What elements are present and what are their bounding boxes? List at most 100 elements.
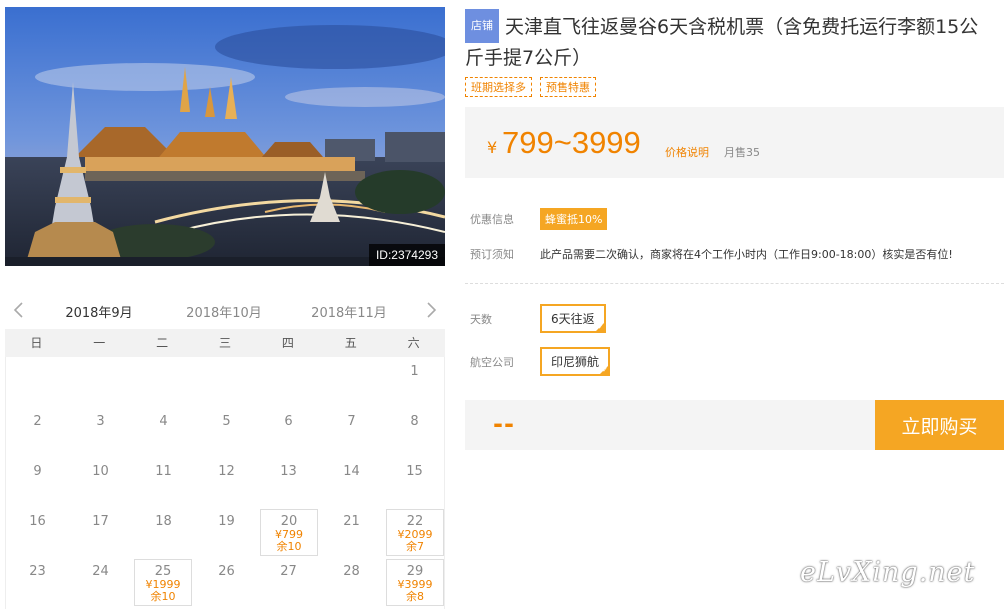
calendar-day-number: 4 (159, 414, 168, 429)
calendar-day: 9 (6, 457, 69, 507)
notice-label: 预订须知 (470, 248, 514, 261)
airline-label: 航空公司 (470, 356, 514, 369)
calendar-day-number: 8 (410, 414, 419, 429)
calendar-day-number: 14 (343, 464, 360, 479)
tag-presale: 预售特惠 (540, 77, 596, 97)
product-tags: 班期选择多 预售特惠 (465, 77, 596, 97)
weekday-label: 五 (344, 336, 357, 350)
calendar-day: 5 (195, 407, 258, 457)
calendar-day-available[interactable]: 25 ¥1999 余10 (134, 559, 192, 606)
calendar-day-number: 10 (92, 464, 109, 479)
calendar-day-stock: 余10 (276, 540, 302, 553)
product-photo: ID:2374293 (5, 7, 445, 266)
calendar-day-number: 29 (406, 564, 424, 579)
calendar-day-number: 9 (33, 464, 42, 479)
check-icon: ✓ (597, 323, 604, 331)
calendar-day-stock: 余10 (150, 590, 176, 603)
calendar-day-number: 17 (92, 514, 109, 529)
chevron-left-icon[interactable] (8, 299, 30, 321)
option-days-6[interactable]: 6天往返 ✓ (540, 304, 606, 333)
calendar-day: 17 (69, 507, 132, 557)
calendar-day-available[interactable]: 29 ¥3999 余8 (386, 559, 444, 606)
calendar-day-number: 6 (284, 414, 293, 429)
calendar-day: 2 (6, 407, 69, 457)
calendar-day: 12 (195, 457, 258, 507)
calendar-day: 23 (6, 557, 69, 607)
calendar-day-number: 27 (280, 564, 297, 579)
calendar-day: 26 (195, 557, 258, 607)
calendar-grid: 1 2 3 4 5 6 7 8 9 10 11 12 13 14 15 16 17 18 19 20 ¥799 余10 21… (5, 357, 445, 609)
tab-month-3[interactable]: 2018年11月 (304, 302, 394, 321)
calendar-day-available[interactable]: 22 ¥2099 余7 (386, 509, 444, 556)
calendar-day-stock: 余7 (406, 540, 424, 553)
calendar-day: 7 (320, 407, 383, 457)
option-airline-lion-air[interactable]: 印尼狮航 ✓ (540, 347, 611, 376)
calendar-day-number: 3 (96, 414, 105, 429)
calendar-day-number: 7 (347, 414, 356, 429)
image-id-label: ID:2374293 (368, 244, 445, 266)
calendar-day: 15 (383, 457, 446, 507)
weekday-label: 一 (93, 336, 106, 350)
product-title: 天津直飞往返曼谷6天含税机票（含免费托运行李额15公斤手提7公斤） (465, 16, 979, 69)
calendar-day: 27 (257, 557, 320, 607)
calendar-day: 10 (69, 457, 132, 507)
grand-palace-night-photo (5, 7, 445, 266)
booking-notice: 此产品需要二次确认，商家将在4个工作小时内（工作日9:00-18:00）核实是否… (540, 248, 953, 261)
tab-month-2[interactable]: 2018年10月 (179, 302, 269, 321)
calendar-day-number: 18 (155, 514, 172, 529)
calendar-day-number: 15 (406, 464, 423, 479)
price-currency: ¥ (487, 138, 498, 157)
calendar-day-number: 26 (218, 564, 235, 579)
calendar-day-number: 21 (343, 514, 360, 529)
calendar-day: 21 (320, 507, 383, 557)
calendar-day: 6 (257, 407, 320, 457)
buy-now-button[interactable]: 立即购买 (875, 400, 1004, 450)
product-title-row: 店铺 天津直飞往返曼谷6天含税机票（含免费托运行李额15公斤手提7公斤） (465, 9, 995, 73)
calendar-day-number: 22 (406, 514, 424, 529)
check-icon: ✓ (602, 366, 609, 374)
monthly-sales: 月售35 (724, 146, 760, 159)
tab-month-1[interactable]: 2018年9月 (53, 302, 145, 335)
calendar-day-number: 12 (218, 464, 235, 479)
calendar-day: 8 (383, 407, 446, 457)
weekday-label: 三 (219, 336, 232, 350)
calendar-day-number: 5 (222, 414, 231, 429)
chevron-right-icon[interactable] (420, 299, 442, 321)
calendar-day-number: 28 (343, 564, 360, 579)
calendar-day: 14 (320, 457, 383, 507)
tag-schedule: 班期选择多 (465, 77, 532, 97)
purchase-bar: -- 立即购买 (465, 400, 1004, 450)
calendar-day-number: 20 (280, 514, 298, 529)
calendar-day: 3 (69, 407, 132, 457)
promo-label: 优惠信息 (470, 213, 514, 226)
calendar-day: 19 (195, 507, 258, 557)
shop-tag[interactable]: 店铺 (465, 9, 499, 43)
calendar-day: 11 (132, 457, 195, 507)
calendar-day: 1 (383, 357, 446, 407)
total-price: -- (493, 410, 515, 438)
product-detail-panel: 店铺 天津直飞往返曼谷6天含税机票（含免费托运行李额15公斤手提7公斤） 班期选择… (465, 0, 1004, 609)
calendar-day-number: 23 (29, 564, 46, 579)
site-watermark: eLvXing.net (800, 557, 976, 588)
price-box: ¥ 799~3999 价格说明 月售35 (465, 107, 1004, 178)
calendar-day-available[interactable]: 20 ¥799 余10 (260, 509, 318, 556)
calendar-day: 13 (257, 457, 320, 507)
calendar-day: 24 (69, 557, 132, 607)
calendar-day-number: 24 (92, 564, 109, 579)
calendar-day: 16 (6, 507, 69, 557)
calendar-day-number: 19 (218, 514, 235, 529)
calendar-day: 4 (132, 407, 195, 457)
calendar-day-stock: 余8 (406, 590, 424, 603)
days-label: 天数 (470, 313, 492, 326)
calendar-day-number: 11 (155, 464, 172, 479)
price-range: 799~3999 (502, 125, 641, 160)
weekday-label: 六 (407, 336, 420, 350)
weekday-label: 二 (156, 336, 169, 350)
calendar-day-number: 25 (154, 564, 172, 579)
option-days-text: 6天往返 (551, 312, 595, 326)
price-note-link[interactable]: 价格说明 (665, 144, 709, 160)
option-airline-text: 印尼狮航 (551, 355, 600, 369)
calendar-day: 18 (132, 507, 195, 557)
calendar-day-number: 1 (410, 364, 419, 379)
calendar-day-number: 16 (29, 514, 46, 529)
